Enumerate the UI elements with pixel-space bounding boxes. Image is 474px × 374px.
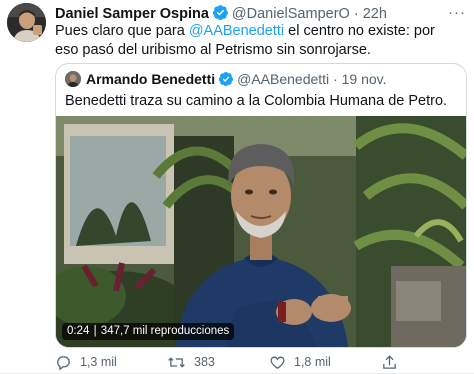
author-handle[interactable]: @DanielSamperO (232, 6, 350, 22)
quoted-tweet[interactable]: Armando Benedetti @AABenedetti · 19 nov. … (55, 63, 467, 348)
quoted-text: Benedetti traza su camino a la Colombia … (65, 93, 448, 109)
video-views: 347,7 mil reproducciones (100, 325, 230, 337)
header-separator: · (353, 6, 359, 22)
quoted-separator: · (333, 71, 338, 87)
video-overlay: 0:24 | 347,7 mil reproducciones (62, 323, 235, 340)
like-button[interactable]: 1,8 mil (269, 352, 331, 372)
video-duration: 0:24 (67, 325, 90, 337)
mention-link[interactable]: @AABenedetti (189, 23, 284, 39)
reply-icon (57, 355, 70, 371)
video-thumbnail (56, 116, 466, 347)
tweet-text-start: Pues claro que para (55, 23, 189, 39)
reply-count: 1,3 mil (80, 355, 117, 369)
quoted-date[interactable]: 19 nov. (342, 71, 387, 87)
tweet[interactable]: Daniel Samper Ospina @DanielSamperO · 22h… (0, 0, 474, 374)
like-icon (270, 356, 285, 369)
reply-button[interactable]: 1,3 mil (55, 352, 117, 372)
tweet-time[interactable]: 22h (363, 6, 387, 22)
verified-icon (218, 71, 234, 91)
video-overlay-separator: | (93, 325, 97, 337)
video-player[interactable]: 0:24 | 347,7 mil reproducciones (56, 116, 466, 347)
author-name[interactable]: Daniel Samper Ospina (55, 6, 209, 22)
retweet-button[interactable]: 383 (167, 352, 215, 372)
author-avatar[interactable] (7, 3, 46, 42)
quoted-author-avatar[interactable] (65, 71, 81, 87)
action-bar: 1,3 mil 383 1,8 mil (55, 352, 460, 372)
quoted-author-handle[interactable]: @AABenedetti (237, 71, 329, 87)
like-count: 1,8 mil (294, 355, 331, 369)
retweet-icon (168, 356, 185, 368)
retweet-count: 383 (194, 355, 215, 369)
more-icon[interactable]: ··· (448, 4, 466, 21)
share-button[interactable] (381, 352, 398, 372)
tweet-text: Pues claro que para @AABenedetti el cent… (55, 22, 460, 60)
quoted-author-name[interactable]: Armando Benedetti (86, 71, 215, 87)
quoted-header: Armando Benedetti @AABenedetti · 19 nov. (86, 70, 387, 91)
share-icon (383, 354, 396, 369)
